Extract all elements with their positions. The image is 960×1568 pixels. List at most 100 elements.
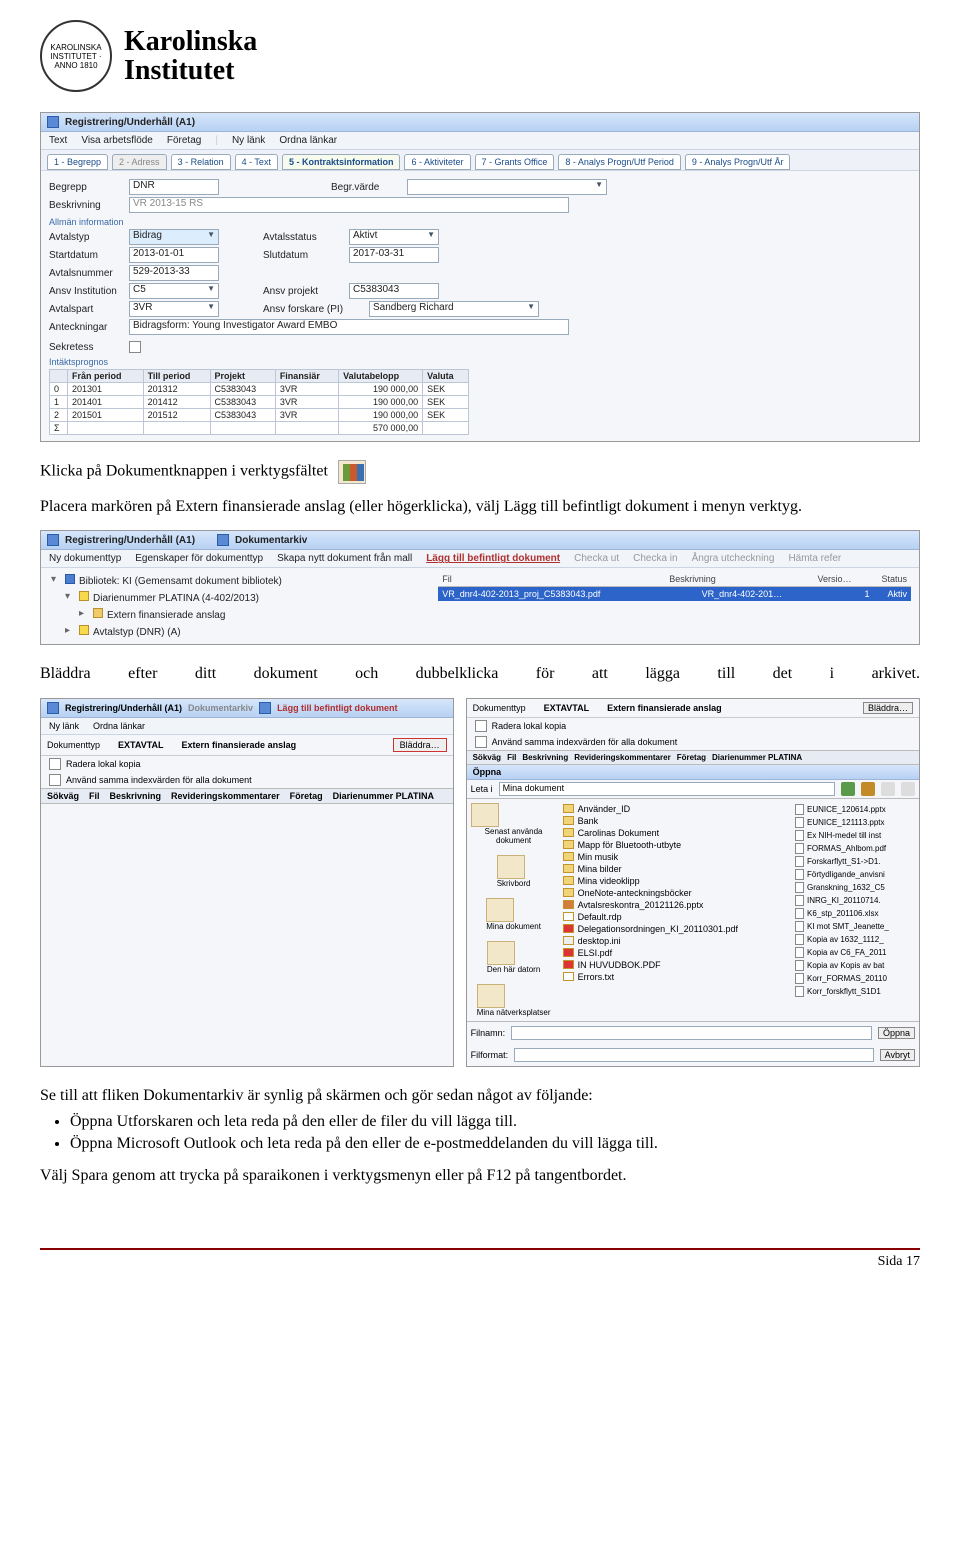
avtalspart-field[interactable]: 3VR [129, 301, 219, 317]
menu-item-disabled: Hämta refer [788, 553, 841, 564]
list-item[interactable]: Använder_ID [563, 803, 789, 815]
ansv-forskare-field[interactable]: Sandberg Richard [369, 301, 539, 317]
checkbox-delete-local[interactable] [475, 720, 487, 732]
list-item[interactable]: Kopia av 1632_1112_ [795, 933, 915, 946]
menu-item-highlighted[interactable]: Lägg till befintligt dokument [426, 553, 560, 564]
file-row-selected[interactable]: VR_dnr4-402-2013_proj_C5383043.pdf VR_dn… [438, 587, 911, 601]
list-item[interactable]: Forskarflytt_S1->D1. [795, 855, 915, 868]
computer-icon[interactable] [487, 941, 515, 965]
list-item[interactable]: Kopia av Kopis av bat [795, 959, 915, 972]
avtalstyp-field[interactable]: Bidrag [129, 229, 219, 245]
folder-icon [563, 888, 574, 897]
file-icon [795, 804, 804, 815]
browse-button[interactable]: Bläddra… [863, 702, 913, 714]
list-item[interactable]: KI mot SMT_Jeanette_ [795, 920, 915, 933]
browse-button[interactable]: Bläddra… [393, 738, 447, 752]
list-item[interactable]: FORMAS_Ahlbom.pdf [795, 842, 915, 855]
ansv-projekt-field[interactable]: C5383043 [349, 283, 439, 299]
list-item[interactable]: desktop.ini [563, 935, 789, 947]
dokumenttyp-desc: Extern finansierade anslag [607, 703, 722, 713]
list-item[interactable]: Errors.txt [563, 971, 789, 983]
recent-icon[interactable] [471, 803, 499, 827]
list-item[interactable]: Carolinas Dokument [563, 827, 789, 839]
list-item[interactable]: EUNICE_121113.pptx [795, 816, 915, 829]
list-item[interactable]: Default.rdp [563, 911, 789, 923]
table-row[interactable]: 1201401201412C53830433VR190 000,00SEK [50, 396, 469, 409]
tab-analys-ar[interactable]: 9 - Analys Progn/Utf År [685, 154, 791, 170]
tab-relation[interactable]: 3 - Relation [171, 154, 231, 170]
list-item[interactable]: Förtydligande_anvisni [795, 868, 915, 881]
menu-item[interactable]: Ny länk [49, 721, 79, 731]
back-icon[interactable] [841, 782, 855, 796]
tab-analys-period[interactable]: 8 - Analys Progn/Utf Period [558, 154, 681, 170]
menu-item[interactable]: Skapa nytt dokument från mall [277, 553, 412, 564]
tab-text[interactable]: 4 - Text [235, 154, 278, 170]
label-avtalstyp: Avtalstyp [49, 232, 123, 243]
table-row[interactable]: 0201301201312C53830433VR190 000,00SEK [50, 383, 469, 396]
list-item[interactable]: Bank [563, 815, 789, 827]
checkbox-same-index[interactable] [49, 774, 61, 786]
menu-item[interactable]: Egenskaper för dokumenttyp [135, 553, 263, 564]
table-row[interactable]: 2201501201512C53830433VR190 000,00SEK [50, 409, 469, 422]
folder-icon [563, 864, 574, 873]
tree-node[interactable]: Diarienummer PLATINA (4-402/2013) [63, 589, 428, 606]
menu-item[interactable]: Ordna länkar [93, 721, 145, 731]
list-item[interactable]: OneNote-anteckningsböcker [563, 887, 789, 899]
new-folder-icon[interactable] [881, 782, 895, 796]
list-item[interactable]: EUNICE_120614.pptx [795, 803, 915, 816]
list-item[interactable]: Ex NIH-medel till inst [795, 829, 915, 842]
desktop-icon[interactable] [497, 855, 525, 879]
tab-adress[interactable]: 2 - Adress [112, 154, 167, 170]
list-item[interactable]: Kopia av C6_FA_2011 [795, 946, 915, 959]
menu-item[interactable]: Företag [167, 135, 201, 146]
menu-item[interactable]: Ny länk [232, 135, 265, 146]
views-icon[interactable] [901, 782, 915, 796]
list-item[interactable]: Korr_forskflytt_S1D1 [795, 985, 915, 998]
network-icon[interactable] [477, 984, 505, 1008]
location-field[interactable]: Mina dokument [499, 782, 835, 796]
list-item[interactable]: Mina videoklipp [563, 875, 789, 887]
menu-item[interactable]: Ny dokumenttyp [49, 553, 121, 564]
tab-kontraktsinformation[interactable]: 5 - Kontraktsinformation [282, 154, 401, 170]
startdatum-field[interactable]: 2013-01-01 [129, 247, 219, 263]
sekretess-checkbox[interactable] [129, 341, 141, 353]
list-item[interactable]: Avtalsreskontra_20121126.pptx [563, 899, 789, 911]
up-icon[interactable] [861, 782, 875, 796]
avtalsstatus-field[interactable]: Aktivt [349, 229, 439, 245]
begrvarde-field[interactable] [407, 179, 607, 195]
menu-item[interactable]: Visa arbetsflöde [81, 135, 153, 146]
menu-item[interactable]: Text [49, 135, 67, 146]
open-button[interactable]: Öppna [878, 1027, 915, 1039]
filename-field[interactable] [511, 1026, 872, 1040]
intaktsprognos-table: Från period Till period Projekt Finansiä… [49, 369, 469, 435]
cancel-button[interactable]: Avbryt [880, 1049, 915, 1061]
begrepp-field[interactable]: DNR [129, 179, 219, 195]
list-item[interactable]: Delegationsordningen_KI_20110301.pdf [563, 923, 789, 935]
document-button-icon [338, 460, 366, 484]
list-item[interactable]: IN HUVUDBOK.PDF [563, 959, 789, 971]
list-item[interactable]: K6_stp_201106.xlsx [795, 907, 915, 920]
tab-aktiviteter[interactable]: 6 - Aktiviteter [404, 154, 470, 170]
tree-node-selected[interactable]: Extern finansierade anslag [77, 606, 428, 623]
beskrivning-field[interactable]: VR 2013-15 RS [129, 197, 569, 213]
anteckningar-field[interactable]: Bidragsform: Young Investigator Award EM… [129, 319, 569, 335]
avtalsnummer-field[interactable]: 529-2013-33 [129, 265, 219, 281]
ansv-institution-field[interactable]: C5 [129, 283, 219, 299]
checkbox-same-index[interactable] [475, 736, 487, 748]
menu-item[interactable]: Ordna länkar [279, 135, 337, 146]
slutdatum-field[interactable]: 2017-03-31 [349, 247, 439, 263]
checkbox-delete-local[interactable] [49, 758, 61, 770]
tree-node[interactable]: Bibliotek: KI (Gemensamt dokument biblio… [49, 572, 428, 589]
tree-node[interactable]: Avtalstyp (DNR) (A) [63, 623, 428, 640]
filetype-field[interactable] [514, 1048, 874, 1062]
tab-begrepp[interactable]: 1 - Begrepp [47, 154, 108, 170]
list-item[interactable]: Mina bilder [563, 863, 789, 875]
list-item[interactable]: Min musik [563, 851, 789, 863]
list-item[interactable]: ELSI.pdf [563, 947, 789, 959]
list-item[interactable]: Korr_FORMAS_20110 [795, 972, 915, 985]
list-item[interactable]: INRG_KI_20110714. [795, 894, 915, 907]
tab-grants-office[interactable]: 7 - Grants Office [475, 154, 555, 170]
list-item[interactable]: Granskning_1632_C5 [795, 881, 915, 894]
list-item[interactable]: Mapp för Bluetooth-utbyte [563, 839, 789, 851]
my-documents-icon[interactable] [486, 898, 514, 922]
